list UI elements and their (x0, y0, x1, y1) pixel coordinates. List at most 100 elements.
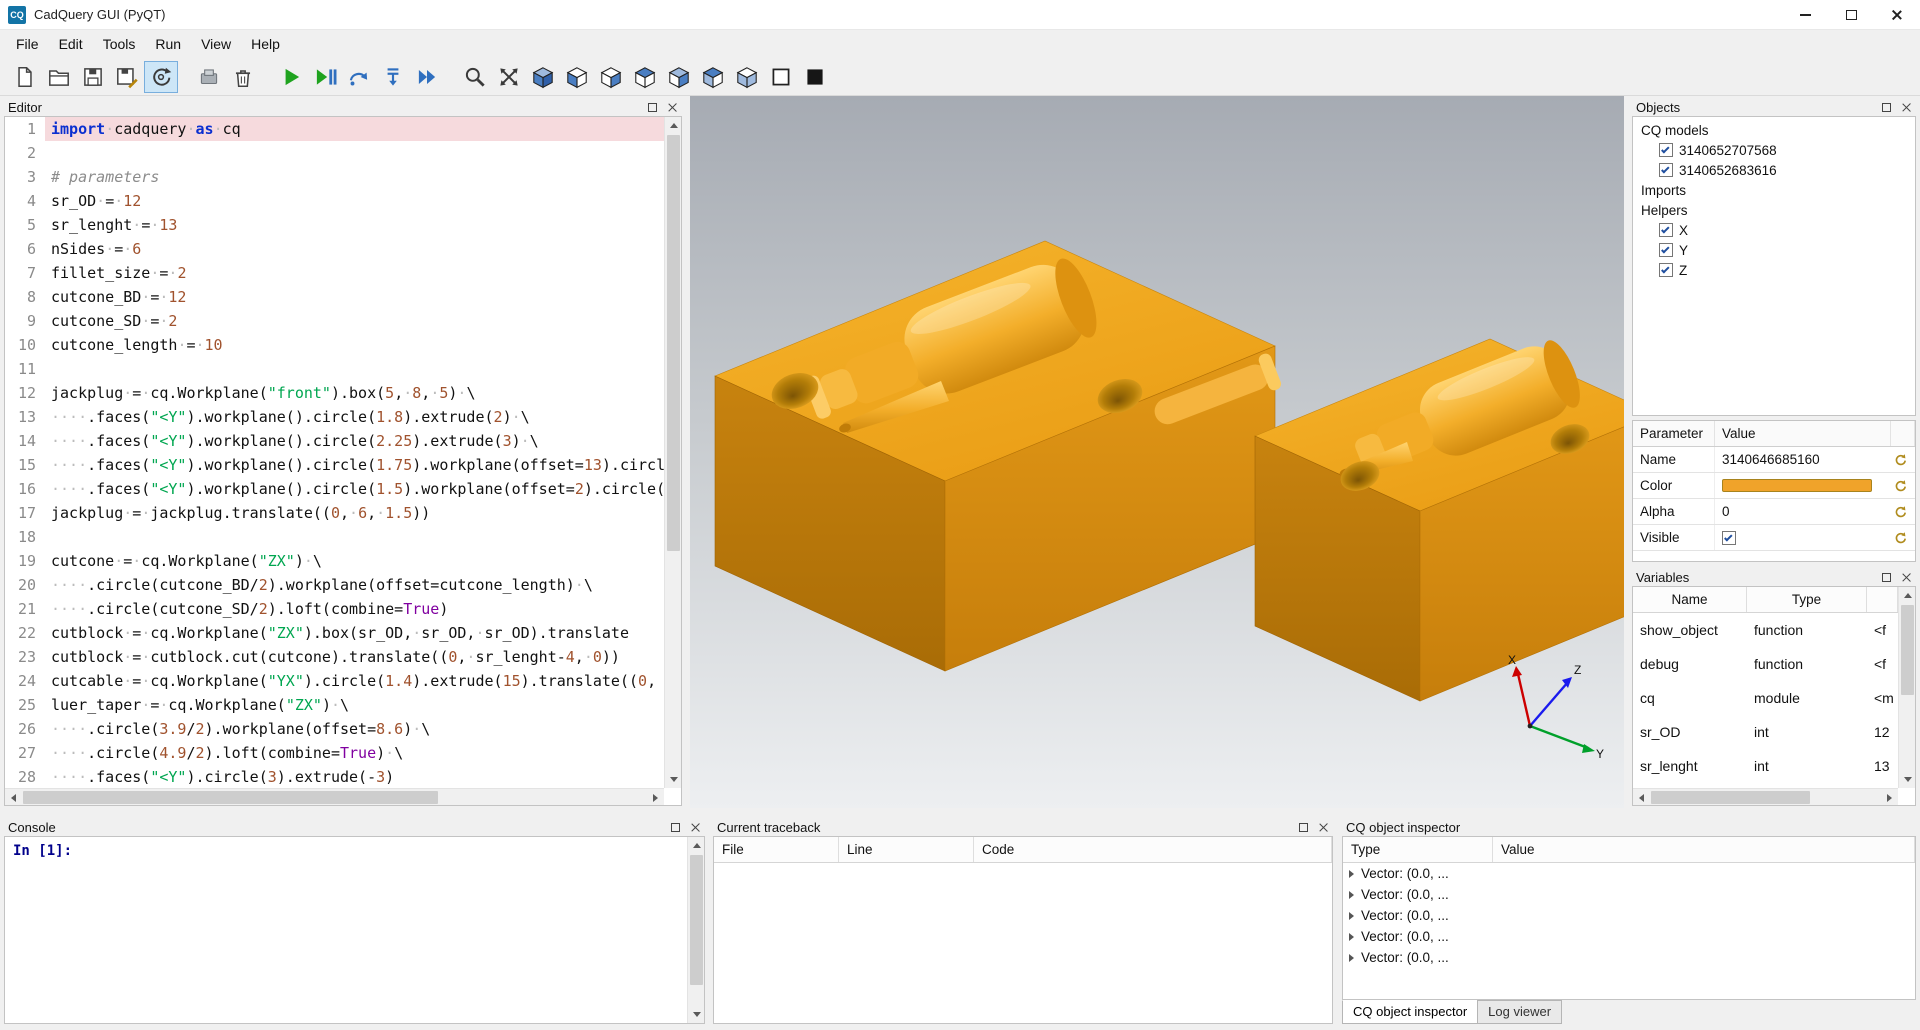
tree-node[interactable]: 3140652683616 (1633, 160, 1915, 180)
new-file-icon[interactable] (8, 61, 42, 93)
variable-row[interactable]: debugfunction<f (1633, 647, 1898, 681)
code-line[interactable]: 21····.circle(cutcone_SD/2).loft(combine… (5, 597, 664, 621)
tree-node[interactable]: Imports (1633, 180, 1915, 200)
float-panel-icon[interactable] (1882, 573, 1891, 582)
code-line[interactable]: 11 (5, 357, 664, 381)
debug-icon[interactable] (308, 61, 342, 93)
menu-view[interactable]: View (191, 32, 241, 56)
close-panel-icon[interactable] (667, 102, 678, 113)
view-front-icon[interactable] (560, 61, 594, 93)
tree-node[interactable]: Y (1633, 240, 1915, 260)
view-wireframe-icon[interactable] (764, 61, 798, 93)
reset-icon[interactable] (1891, 529, 1909, 547)
clear-console-icon[interactable] (192, 61, 226, 93)
tree-node[interactable]: Z (1633, 260, 1915, 280)
reset-icon[interactable] (1891, 477, 1909, 495)
code-line[interactable]: 27····.circle(4.9/2).loft(combine=True)·… (5, 741, 664, 765)
menu-edit[interactable]: Edit (49, 32, 93, 56)
continue-icon[interactable] (410, 61, 444, 93)
view-iso-icon[interactable] (526, 61, 560, 93)
checkbox[interactable] (1722, 531, 1736, 545)
zoom-fit-icon[interactable] (458, 61, 492, 93)
tab-cq-object-inspector[interactable]: CQ object inspector (1342, 1000, 1478, 1024)
close-icon[interactable] (1874, 0, 1920, 30)
close-panel-icon[interactable] (1901, 102, 1912, 113)
code-line[interactable]: 10cutcone_length·=·10 (5, 333, 664, 357)
view-left-icon[interactable] (628, 61, 662, 93)
code-line[interactable]: 5sr_lenght·=·13 (5, 213, 664, 237)
code-line[interactable]: 16····.faces("<Y").workplane().circle(1.… (5, 477, 664, 501)
code-line[interactable]: 9cutcone_SD·=·2 (5, 309, 664, 333)
inspector-row[interactable]: Vector: (0.0, ... (1343, 863, 1915, 884)
code-line[interactable]: 17jackplug·=·jackplug.translate((0,·6,·1… (5, 501, 664, 525)
inspector-row[interactable]: Vector: (0.0, ... (1343, 884, 1915, 905)
auto-reload-icon[interactable] (144, 61, 178, 93)
view-top-icon[interactable] (696, 61, 730, 93)
float-panel-icon[interactable] (648, 103, 657, 112)
reset-icon[interactable] (1891, 503, 1909, 521)
float-panel-icon[interactable] (1882, 103, 1891, 112)
menu-run[interactable]: Run (145, 32, 191, 56)
checkbox[interactable] (1659, 163, 1673, 177)
inspector-row[interactable]: Vector: (0.0, ... (1343, 926, 1915, 947)
code-line[interactable]: 18 (5, 525, 664, 549)
view-shaded-icon[interactable] (798, 61, 832, 93)
checkbox[interactable] (1659, 243, 1673, 257)
tree-node[interactable]: 3140652707568 (1633, 140, 1915, 160)
delete-objects-icon[interactable] (226, 61, 260, 93)
editor-vertical-scrollbar[interactable] (664, 117, 681, 788)
render-icon[interactable] (274, 61, 308, 93)
open-file-icon[interactable] (42, 61, 76, 93)
editor-horizontal-scrollbar[interactable] (5, 788, 664, 805)
menu-file[interactable]: File (6, 32, 49, 56)
code-line[interactable]: 26····.circle(3.9/2).workplane(offset=8.… (5, 717, 664, 741)
step-icon[interactable] (342, 61, 376, 93)
menu-help[interactable]: Help (241, 32, 290, 56)
code-line[interactable]: 1import·cadquery·as·cq (5, 117, 664, 141)
code-line[interactable]: 7fillet_size·=·2 (5, 261, 664, 285)
code-line[interactable]: 12jackplug·=·cq.Workplane("front").box(5… (5, 381, 664, 405)
save-as-icon[interactable] (110, 61, 144, 93)
code-lines[interactable]: 1import·cadquery·as·cq23# parameters4sr_… (5, 117, 664, 788)
close-panel-icon[interactable] (1318, 822, 1329, 833)
viewport-3d[interactable]: X Z Y (690, 96, 1624, 808)
tab-log-viewer[interactable]: Log viewer (1477, 1000, 1562, 1024)
variables-horizontal-scrollbar[interactable] (1633, 788, 1898, 805)
tree-node[interactable]: X (1633, 220, 1915, 240)
maximize-icon[interactable] (1828, 0, 1874, 30)
code-line[interactable]: 4sr_OD·=·12 (5, 189, 664, 213)
code-line[interactable]: 19cutcone·=·cq.Workplane("ZX")·\ (5, 549, 664, 573)
code-line[interactable]: 8cutcone_BD·=·12 (5, 285, 664, 309)
code-line[interactable]: 13····.faces("<Y").workplane().circle(1.… (5, 405, 664, 429)
code-line[interactable]: 24cutcable·=·cq.Workplane("YX").circle(1… (5, 669, 664, 693)
inspector-row[interactable]: Vector: (0.0, ... (1343, 905, 1915, 926)
close-panel-icon[interactable] (1901, 572, 1912, 583)
code-line[interactable]: 14····.faces("<Y").workplane().circle(2.… (5, 429, 664, 453)
reset-icon[interactable] (1891, 451, 1909, 469)
close-panel-icon[interactable] (690, 822, 701, 833)
code-line[interactable]: 2 (5, 141, 664, 165)
color-swatch[interactable] (1722, 479, 1872, 492)
code-line[interactable]: 20····.circle(cutcone_BD/2).workplane(of… (5, 573, 664, 597)
code-line[interactable]: 15····.faces("<Y").workplane().circle(1.… (5, 453, 664, 477)
code-line[interactable]: 23cutblock·=·cutblock.cut(cutcone).trans… (5, 645, 664, 669)
code-line[interactable]: 6nSides·=·6 (5, 237, 664, 261)
view-right-icon[interactable] (662, 61, 696, 93)
checkbox[interactable] (1659, 223, 1673, 237)
step-into-icon[interactable] (376, 61, 410, 93)
tree-node[interactable]: Helpers (1633, 200, 1915, 220)
code-line[interactable]: 25luer_taper·=·cq.Workplane("ZX")·\ (5, 693, 664, 717)
checkbox[interactable] (1659, 263, 1673, 277)
view-bottom-icon[interactable] (730, 61, 764, 93)
variable-row[interactable]: show_objectfunction<f (1633, 613, 1898, 647)
tree-node[interactable]: CQ models (1633, 120, 1915, 140)
fit-all-icon[interactable] (492, 61, 526, 93)
menu-tools[interactable]: Tools (93, 32, 146, 56)
float-panel-icon[interactable] (671, 823, 680, 832)
save-icon[interactable] (76, 61, 110, 93)
expand-icon[interactable] (1349, 954, 1354, 962)
code-line[interactable]: 3# parameters (5, 165, 664, 189)
code-line[interactable]: 28····.faces("<Y").circle(3).extrude(-3) (5, 765, 664, 788)
variable-row[interactable]: cqmodule<m (1633, 681, 1898, 715)
variable-row[interactable]: sr_ODint12 (1633, 715, 1898, 749)
